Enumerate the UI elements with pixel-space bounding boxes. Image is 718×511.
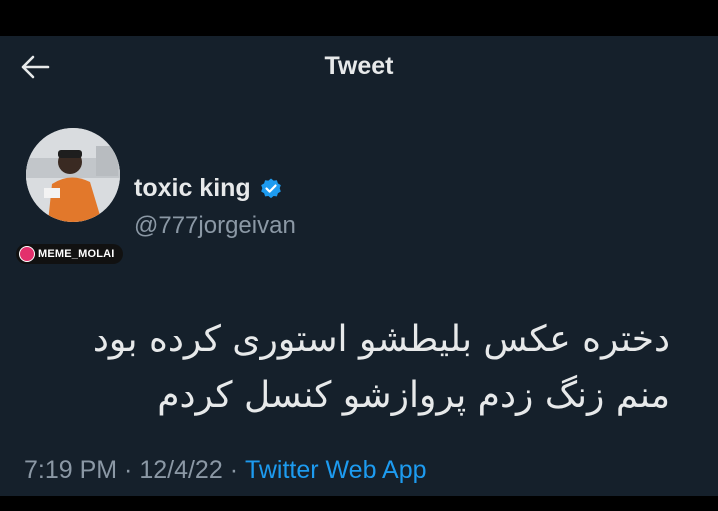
tweet-time[interactable]: 7:19 PM — [24, 456, 117, 485]
tweet-source-link[interactable]: Twitter Web App — [245, 456, 427, 485]
author-name[interactable]: toxic king — [134, 174, 283, 203]
page-title: Tweet — [324, 52, 394, 80]
display-name: toxic king — [134, 174, 251, 202]
avatar-image — [26, 128, 120, 222]
top-bar: Tweet — [0, 36, 718, 98]
author-handle[interactable]: @777jorgeivan — [134, 212, 296, 240]
tweet-meta: 7:19 PM · 12/4/22 · Twitter Web App — [24, 456, 427, 485]
tweet-screen: Tweet MEME_MOLAI toxic king @777jorgeiva… — [0, 36, 718, 496]
meta-separator: · — [222, 456, 245, 484]
tweet-date[interactable]: 12/4/22 — [139, 456, 222, 485]
watermark-logo — [19, 246, 35, 262]
tweet-line-2: منم زنگ زدم پروازشو کنسل کردم — [157, 375, 670, 416]
tweet-text: دختره عکس بلیطشو استوری کرده بود منم زنگ… — [50, 312, 670, 424]
verified-badge-icon — [260, 178, 281, 198]
tweet-line-1: دختره عکس بلیطشو استوری کرده بود — [92, 319, 670, 360]
watermark-text: MEME_MOLAI — [38, 248, 115, 260]
meta-separator: · — [117, 456, 140, 484]
avatar[interactable] — [26, 128, 120, 222]
watermark: MEME_MOLAI — [16, 244, 123, 264]
